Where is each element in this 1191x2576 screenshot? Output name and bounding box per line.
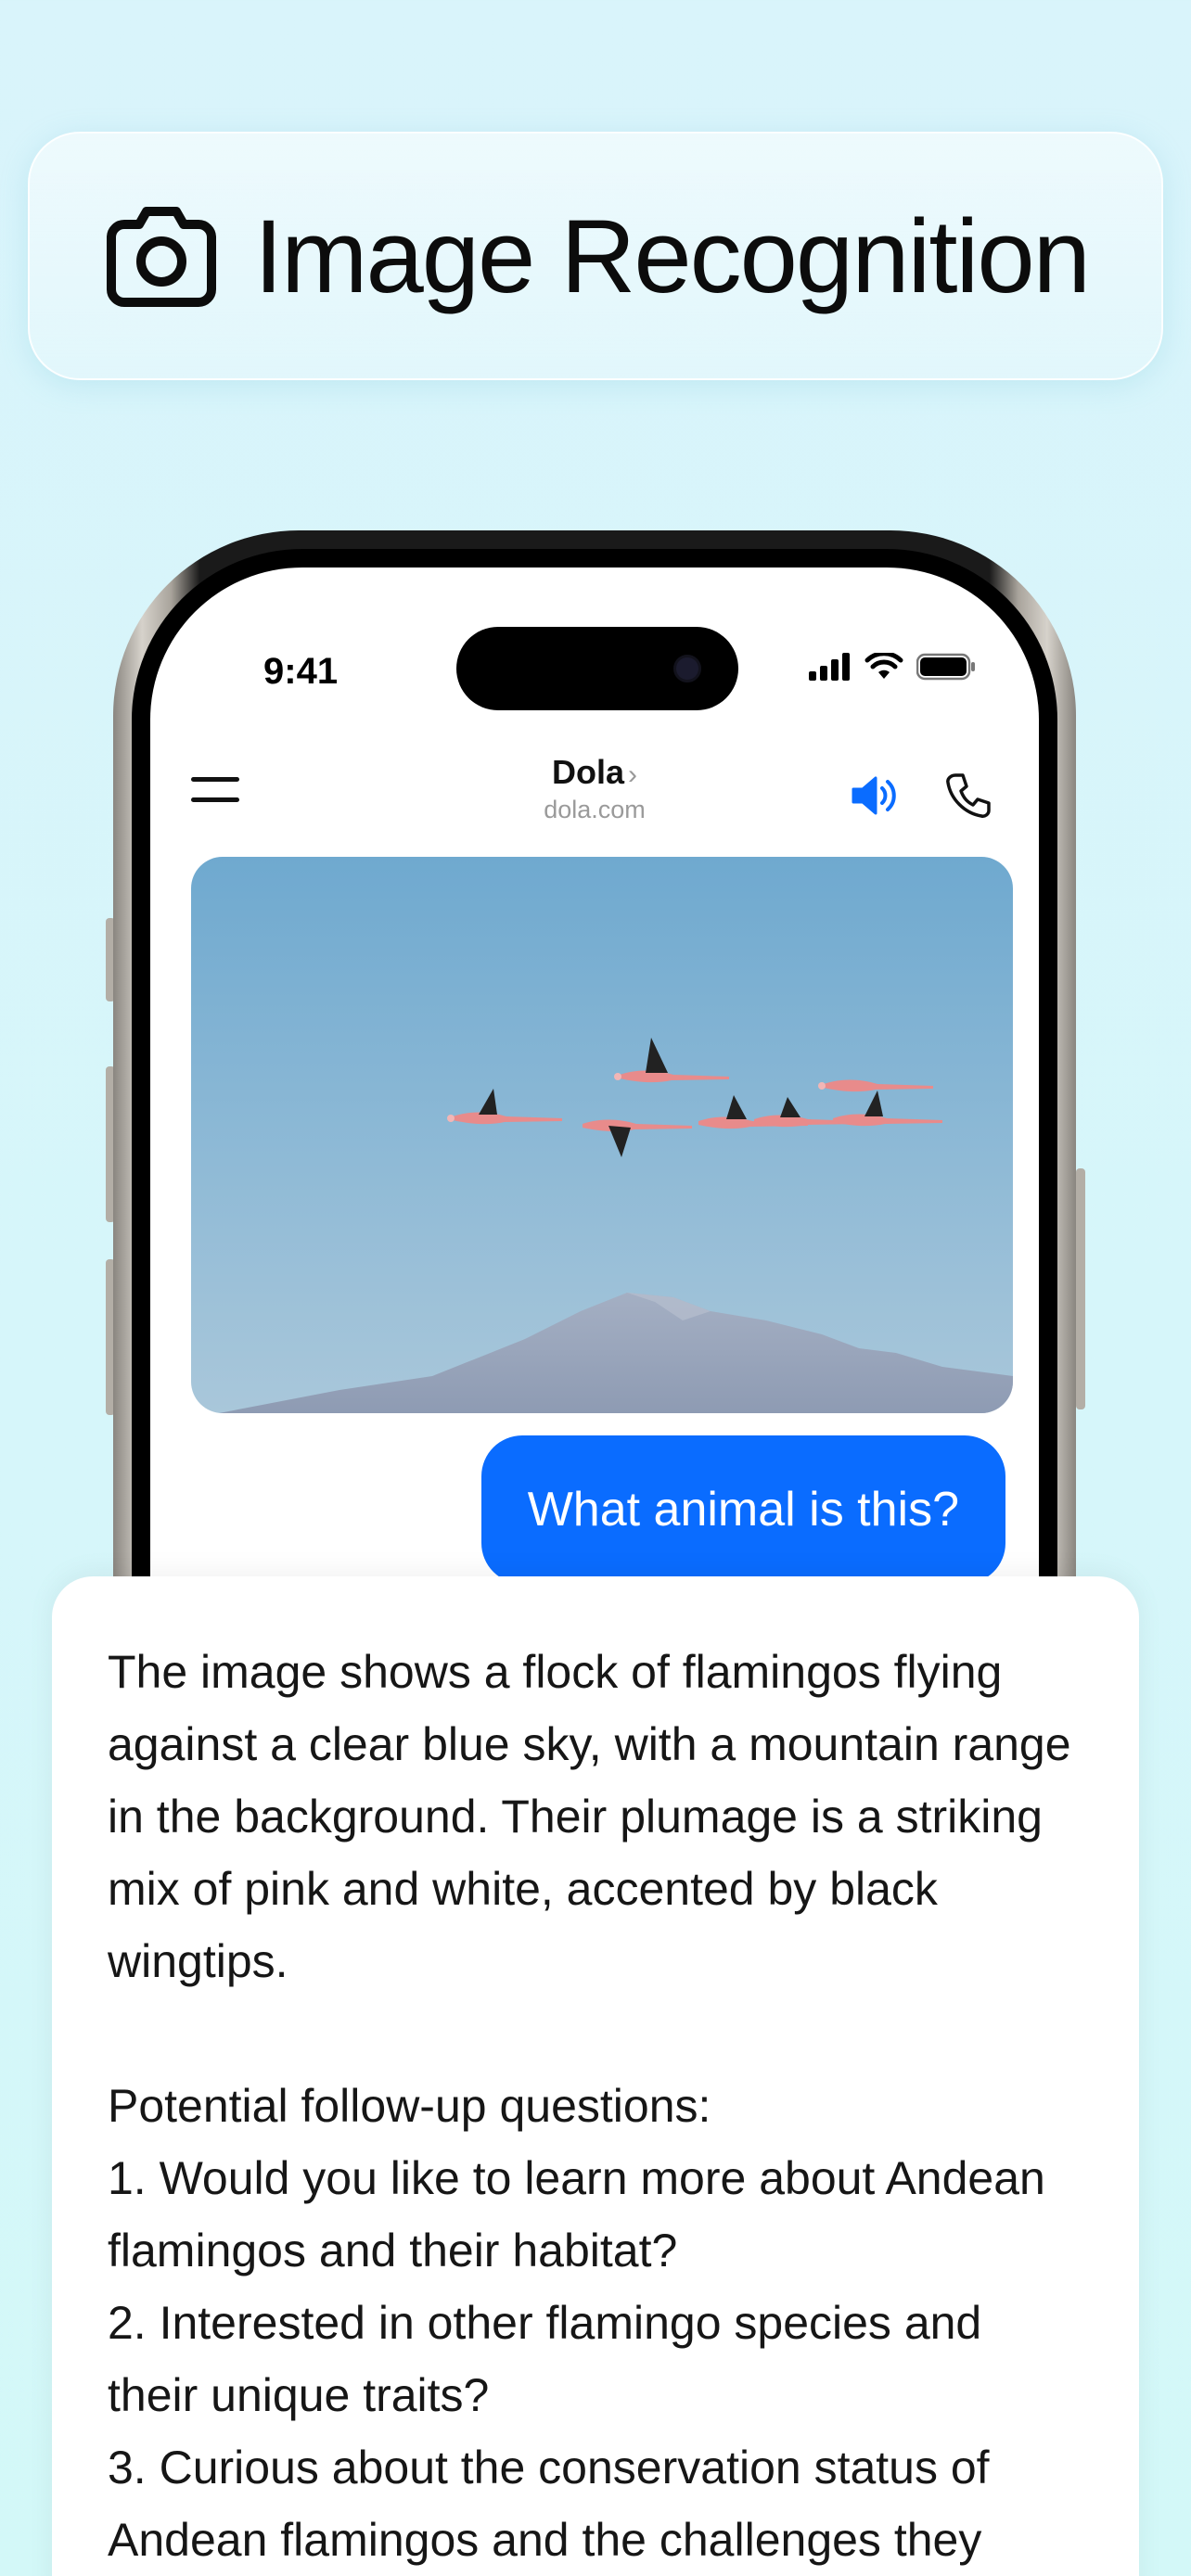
followup-item[interactable]: 3. Curious about the conservation status… <box>108 2431 1083 2576</box>
flamingos-photo[interactable] <box>191 857 1013 1413</box>
chat-title-group[interactable]: Dola › dola.com <box>150 753 1039 824</box>
phone-icon[interactable] <box>942 770 994 822</box>
power-button <box>1076 1168 1085 1409</box>
chat-navbar: Dola › dola.com <box>150 744 1039 846</box>
assistant-answer-card: The image shows a flock of flamingos fly… <box>52 1576 1139 2576</box>
wifi-icon <box>864 653 903 679</box>
followup-heading: Potential follow-up questions: <box>108 2080 711 2132</box>
feature-title: Image Recognition <box>254 198 1091 314</box>
dynamic-island <box>456 627 738 710</box>
feature-header-card: Image Recognition <box>28 132 1163 380</box>
answer-paragraph: The image shows a flock of flamingos fly… <box>108 1646 1071 1987</box>
cellular-signal-icon <box>809 653 850 681</box>
chevron-right-icon: › <box>628 759 637 790</box>
speaker-icon[interactable] <box>848 770 900 822</box>
battery-icon <box>916 653 975 681</box>
chat-subtitle: dola.com <box>544 796 646 823</box>
status-icons <box>809 653 976 681</box>
followup-item[interactable]: 1. Would you like to learn more about An… <box>108 2142 1083 2287</box>
status-time: 9:41 <box>263 651 339 692</box>
followup-item[interactable]: 2. Interested in other flamingo species … <box>108 2287 1083 2431</box>
user-message-bubble[interactable]: What animal is this? <box>480 1435 1005 1584</box>
chat-title: Dola <box>551 753 624 791</box>
camera-icon <box>107 207 217 307</box>
